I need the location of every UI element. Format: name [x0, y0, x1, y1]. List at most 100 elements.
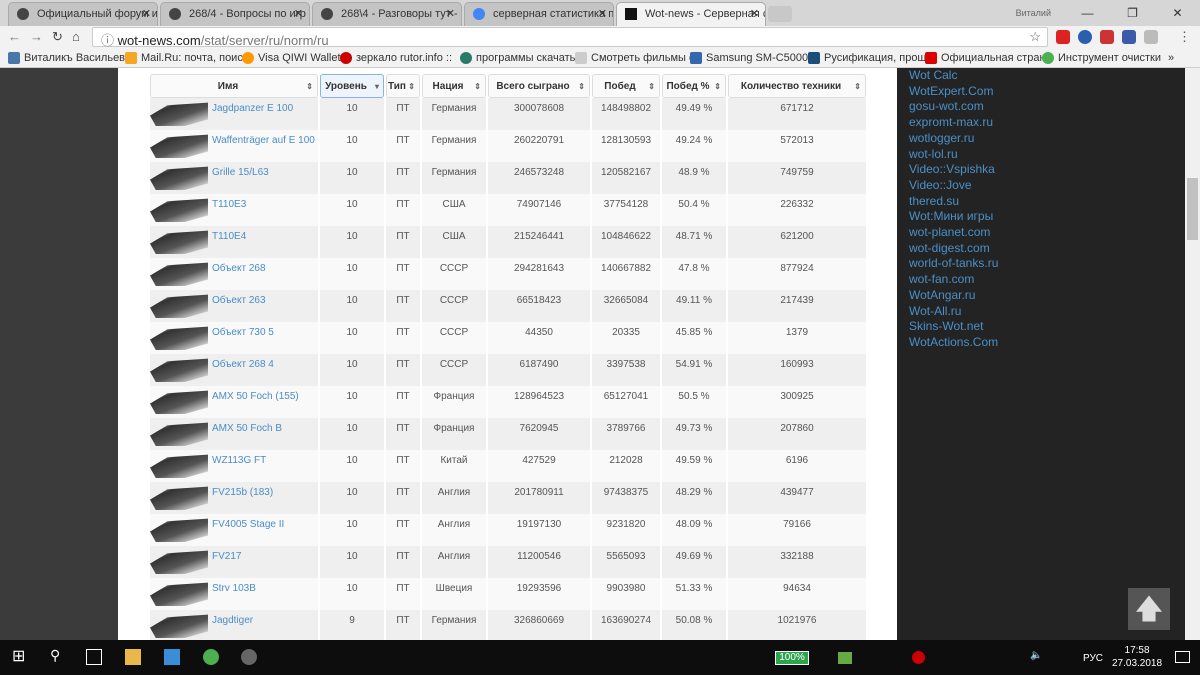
tab-questions[interactable]: 268/4 - Вопросы по игр ✕ [160, 2, 310, 26]
back-button[interactable]: ← [8, 29, 21, 44]
windows-start-icon[interactable]: ⊞ [12, 646, 28, 665]
vehicle-link[interactable]: Объект 263 [212, 295, 266, 306]
bookmark[interactable]: Русификация, прош [808, 52, 926, 64]
vehicle-link[interactable]: WZ113G FT [212, 455, 266, 466]
minimize-button[interactable]: — [1065, 6, 1110, 20]
vehicle-link[interactable]: AMX 50 Foch B [212, 423, 282, 434]
vk-icon[interactable] [1144, 30, 1158, 44]
chrome-icon[interactable] [203, 649, 219, 665]
close-icon[interactable]: ✕ [446, 7, 455, 20]
bookmark[interactable]: Смотреть фильмы о [575, 52, 695, 64]
sidebar-link[interactable]: thered.su [909, 194, 1185, 210]
sidebar-link[interactable]: gosu-wot.com [909, 99, 1185, 115]
bookmark[interactable]: Официальная стран [925, 52, 1046, 64]
column-header[interactable]: Побед ⇕ [592, 74, 660, 98]
forward-button[interactable]: → [30, 29, 43, 44]
column-header[interactable]: Уровень ▾ [320, 74, 384, 98]
restore-button[interactable]: ❐ [1110, 6, 1155, 20]
language-indicator[interactable]: РУС [1083, 653, 1103, 664]
table-row: T110E4 10 ПТ США 215246441 104846622 48.71 % 62… [150, 226, 866, 258]
column-header[interactable]: Имя ⇕ [150, 74, 318, 98]
vehicle-link[interactable]: T110E4 [212, 231, 246, 242]
column-header-label: Побед % [666, 80, 710, 92]
bookmark[interactable]: программы скачать [460, 52, 575, 64]
column-header[interactable]: Всего сыграно ⇕ [488, 74, 590, 98]
music-icon[interactable] [1122, 30, 1136, 44]
sidebar-link[interactable]: wotlogger.ru [909, 131, 1185, 147]
media-icon[interactable] [1100, 30, 1114, 44]
address-bar[interactable]: ⓘ wot-news.com/stat/server/ru/norm/ru ☆ [92, 27, 1048, 48]
vehicle-link[interactable]: Waffenträger auf E 100 [212, 135, 315, 146]
notifications-icon[interactable] [1175, 651, 1190, 663]
star-icon[interactable]: ☆ [1029, 29, 1041, 45]
tab-google[interactable]: серверная статистика п ✕ [464, 2, 614, 26]
sidebar-link[interactable]: expromt-max.ru [909, 115, 1185, 131]
vehicle-link[interactable]: Объект 268 [212, 263, 266, 274]
vpn-icon[interactable] [1078, 30, 1092, 44]
tab-forum[interactable]: Официальный форум иг ✕ [8, 2, 158, 26]
vehicle-link[interactable]: FV217 [212, 551, 241, 562]
sidebar-link[interactable]: world-of-tanks.ru [909, 256, 1185, 272]
more-bookmarks-button[interactable]: » [1168, 52, 1174, 64]
scrollbar-thumb[interactable] [1187, 178, 1198, 240]
search-icon[interactable]: ⚲ [50, 647, 66, 663]
sidebar-link[interactable]: WotAngar.ru [909, 288, 1185, 304]
sidebar-link[interactable]: Video::Vspishka [909, 162, 1185, 178]
vehicle-link[interactable]: T110E3 [212, 199, 246, 210]
bookmark[interactable]: Samsung SM-C5000 [690, 52, 808, 64]
vehicle-link[interactable]: FV215b (183) [212, 487, 273, 498]
vehicle-link[interactable]: Jagdpanzer E 100 [212, 103, 293, 114]
battery-indicator[interactable]: 100% [775, 651, 809, 665]
home-button[interactable]: ⌂ [72, 29, 80, 44]
clock[interactable]: 17:58 27.03.2018 [1112, 644, 1162, 670]
close-icon[interactable]: ✕ [598, 7, 607, 20]
sidebar-link[interactable]: wot-planet.com [909, 225, 1185, 241]
bookmark[interactable]: Mail.Ru: почта, поис [125, 52, 243, 64]
new-tab-button[interactable] [768, 6, 792, 22]
sidebar-link[interactable]: Video::Jove [909, 178, 1185, 194]
bookmark[interactable]: Visa QIWI Wallet [242, 52, 341, 64]
vehicle-link[interactable]: Объект 730 5 [212, 327, 274, 338]
vehicle-link[interactable]: Jagdtiger [212, 615, 253, 626]
column-header[interactable]: Побед % ⇕ [662, 74, 726, 98]
close-window-button[interactable]: ✕ [1155, 6, 1200, 20]
close-icon[interactable]: ✕ [142, 7, 151, 20]
vehicle-link[interactable]: FV4005 Stage II [212, 519, 284, 530]
opera-icon[interactable] [1056, 30, 1070, 44]
vehicle-link[interactable]: AMX 50 Foch (155) [212, 391, 299, 402]
explorer-icon[interactable] [125, 649, 141, 665]
nvidia-icon[interactable] [838, 652, 852, 664]
column-header[interactable]: Нация ⇕ [422, 74, 486, 98]
close-icon[interactable]: ✕ [750, 7, 759, 20]
task-view-icon[interactable] [86, 649, 102, 665]
bookmark[interactable]: зеркало rutor.info :: [340, 52, 452, 64]
menu-icon[interactable]: ⋮ [1178, 29, 1191, 45]
vehicle-link[interactable]: Grille 15/L63 [212, 167, 269, 178]
sidebar-link[interactable]: wot-digest.com [909, 241, 1185, 257]
profile-name[interactable]: Виталий [1016, 8, 1051, 18]
column-header[interactable]: Тип ⇕ [386, 74, 420, 98]
bookmark[interactable]: Инструмент очистки [1042, 52, 1161, 64]
tray-app-icon[interactable] [912, 651, 925, 664]
close-icon[interactable]: ✕ [294, 7, 303, 20]
sidebar-link[interactable]: Wot-All.ru [909, 304, 1185, 320]
volume-icon[interactable]: 🔈 [1030, 650, 1046, 666]
sidebar-link[interactable]: Skins-Wot.net [909, 319, 1185, 335]
reload-button[interactable]: ↻ [52, 29, 63, 45]
wot-icon[interactable] [241, 649, 257, 665]
scroll-to-top-button[interactable]: 🡅 [1128, 588, 1170, 630]
bookmark[interactable]: Виталикъ Васильевъ [8, 52, 132, 64]
sidebar-link[interactable]: wot-fan.com [909, 272, 1185, 288]
sidebar-link[interactable]: Wot:Мини игры [909, 209, 1185, 225]
column-header[interactable]: Количество техники ⇕ [728, 74, 866, 98]
vehicle-link[interactable]: Strv 103B [212, 583, 256, 594]
sidebar-link[interactable]: Wot Calc [909, 68, 1185, 84]
sidebar-link[interactable]: WotActions.Com [909, 335, 1185, 351]
tab-talks[interactable]: 268\4 - Разговоры тут - ✕ [312, 2, 462, 26]
store-icon[interactable] [164, 649, 180, 665]
sidebar-link[interactable]: WotExpert.Com [909, 84, 1185, 100]
tab-wot-news[interactable]: Wot-news - Серверная с ✕ [616, 2, 766, 26]
scrollbar[interactable] [1185, 68, 1200, 640]
vehicle-link[interactable]: Объект 268 4 [212, 359, 274, 370]
sidebar-link[interactable]: wot-lol.ru [909, 147, 1185, 163]
